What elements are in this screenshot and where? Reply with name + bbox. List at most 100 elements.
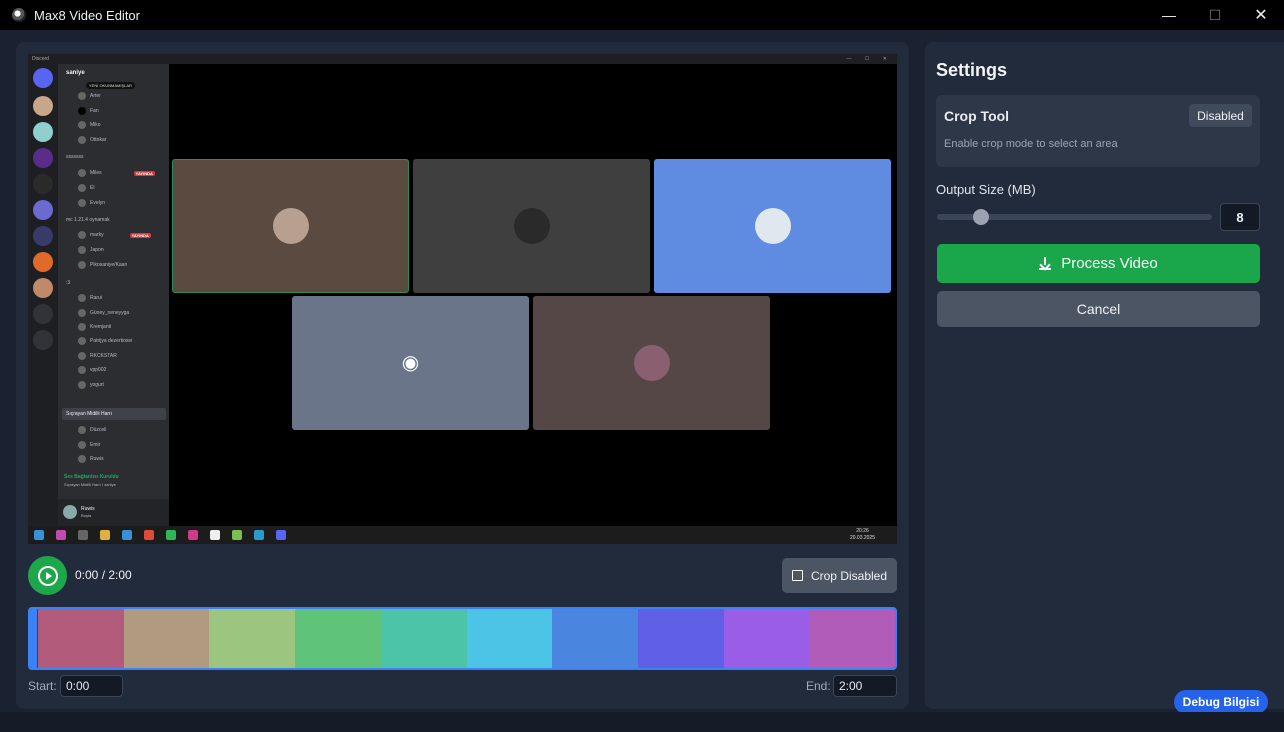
title-bar: Max8 Video Editor — ☐ ✕ <box>0 0 1284 30</box>
taskbar-app-icon <box>254 530 264 540</box>
voice-user: El <box>78 184 94 192</box>
windows-taskbar: 20:26 20.03.2025 <box>28 526 897 544</box>
taskbar-app-icon <box>100 530 110 540</box>
play-icon <box>37 565 58 586</box>
video-preview[interactable]: Discord — ☐ ✕ saniye YENİ OKUNMAMIŞLAR A… <box>28 54 897 544</box>
voice-user: Güney_neneyyga <box>78 309 129 317</box>
participant-tile <box>413 159 650 293</box>
taskbar-app-icon <box>166 530 176 540</box>
maximize-button[interactable]: ☐ <box>1192 0 1238 30</box>
voice-channel: sssssss <box>66 154 84 160</box>
timeline-frame-segment[interactable] <box>123 609 210 668</box>
timeline-start-handle[interactable] <box>30 609 38 668</box>
server-icon <box>33 278 53 298</box>
discord-server-list <box>28 64 58 526</box>
minimize-button[interactable]: — <box>1146 0 1192 30</box>
server-icon <box>33 148 53 168</box>
voice-user: Patrijya dezertiosei <box>78 337 132 345</box>
start-label: Start: <box>28 679 57 693</box>
voice-user: Ottokar <box>78 136 106 144</box>
voice-user: Emir <box>78 441 100 449</box>
voice-user: Miles YAYINDA <box>78 169 155 177</box>
voice-user: yogurt <box>78 381 104 389</box>
cancel-button[interactable]: Cancel <box>937 291 1260 327</box>
download-icon <box>1039 257 1052 270</box>
crop-toggle-button[interactable]: Crop Disabled <box>782 558 897 593</box>
crop-tool-card: Crop Tool Disabled Enable crop mode to s… <box>936 95 1260 167</box>
timeline-strip[interactable] <box>28 607 897 670</box>
checkbox-icon <box>791 570 803 581</box>
taskbar-clock: 20:26 20.03.2025 <box>849 528 875 541</box>
timeline-frame-segment[interactable] <box>809 609 895 668</box>
timeline-frame-segment[interactable] <box>380 609 467 668</box>
voice-user: Arter <box>78 92 101 100</box>
process-video-label: Process Video <box>1061 255 1158 272</box>
voice-channel: Sıçrayan Midilli Harrı <box>66 411 113 417</box>
server-icon <box>33 226 53 246</box>
output-size-slider[interactable] <box>937 209 1212 225</box>
taskbar-app-icon <box>276 530 286 540</box>
taskbar-app-icon <box>144 530 154 540</box>
output-size-value[interactable]: 8 <box>1220 203 1260 231</box>
participant-avatar <box>754 208 791 244</box>
timeline-frame-segment[interactable] <box>637 609 724 668</box>
discord-logo-icon: ◉ <box>401 352 420 374</box>
participant-tile <box>533 296 770 430</box>
voice-user: Rarui <box>78 294 102 302</box>
voice-channel: :3 <box>66 280 71 286</box>
participant-avatar <box>513 208 550 244</box>
crop-tool-description: Enable crop mode to select an area <box>944 138 1118 150</box>
end-time-input[interactable]: 2:00 <box>833 675 897 697</box>
user-status: Boşta <box>81 513 92 518</box>
timeline-frame-segment[interactable] <box>38 609 124 668</box>
discord-server-name: saniye <box>66 70 85 76</box>
taskbar-app-icon <box>78 530 88 540</box>
participant-avatar <box>633 345 670 381</box>
time-display: 0:00 / 2:00 <box>75 568 132 582</box>
voice-user: Fan <box>78 107 99 115</box>
discover-icon <box>33 330 53 350</box>
close-button[interactable]: ✕ <box>1238 0 1284 30</box>
timeline-frame-segment[interactable] <box>552 609 638 668</box>
app-logo-icon <box>12 8 26 22</box>
user-name: Ruwis <box>81 506 95 512</box>
participant-tile <box>654 159 891 293</box>
taskbar-app-icon <box>122 530 132 540</box>
participant-avatar <box>272 208 309 244</box>
timeline-frame-segment[interactable] <box>209 609 296 668</box>
taskbar-app-icon <box>188 530 198 540</box>
participant-tile: ◉ <box>292 296 529 430</box>
crop-status-badge[interactable]: Disabled <box>1189 104 1252 127</box>
voice-user: Japon <box>78 246 104 254</box>
add-server-icon <box>33 304 53 324</box>
process-video-button[interactable]: Process Video <box>937 244 1260 283</box>
timeline-frame-segment[interactable] <box>466 609 553 668</box>
crop-toggle-label: Crop Disabled <box>810 568 888 583</box>
start-time-input[interactable]: 0:00 <box>60 675 123 697</box>
discord-home-icon <box>33 68 53 88</box>
settings-title: Settings <box>936 60 1008 80</box>
taskbar-app-icon <box>210 530 220 540</box>
settings-panel: Settings Crop Tool Disabled Enable crop … <box>925 42 1284 709</box>
voice-user: vpp002 <box>78 366 106 374</box>
server-icon <box>33 174 53 194</box>
taskbar-app-icon <box>232 530 242 540</box>
voice-status: Ses Bağlantısı Kuruldu <box>64 474 119 480</box>
play-button[interactable] <box>28 556 67 595</box>
voice-user: Kremjanti <box>78 323 111 331</box>
crop-tool-title: Crop Tool <box>944 108 1010 124</box>
discord-user-panel: Ruwis Boşta <box>58 499 169 526</box>
discord-call-grid: ◉ <box>169 64 897 526</box>
discord-app-name: Discord <box>32 56 49 62</box>
slider-thumb[interactable] <box>973 209 989 225</box>
voice-channel-path: Sıçrayan Midilli Harrı / saniye <box>64 482 116 487</box>
timeline-frame-segment[interactable] <box>295 609 381 668</box>
discord-channel-list: saniye YENİ OKUNMAMIŞLAR Arter Fan Miko … <box>58 64 169 526</box>
debug-info-button[interactable]: Debug Bilgisi <box>1174 690 1268 714</box>
timeline-frame-segment[interactable] <box>723 609 810 668</box>
server-icon <box>33 96 53 116</box>
voice-user: Ruwis <box>78 455 104 463</box>
discord-window-controls: — ☐ ✕ <box>846 56 893 62</box>
voice-user: RKCKSTAR <box>78 352 117 360</box>
window-bottom-edge <box>0 712 1284 732</box>
